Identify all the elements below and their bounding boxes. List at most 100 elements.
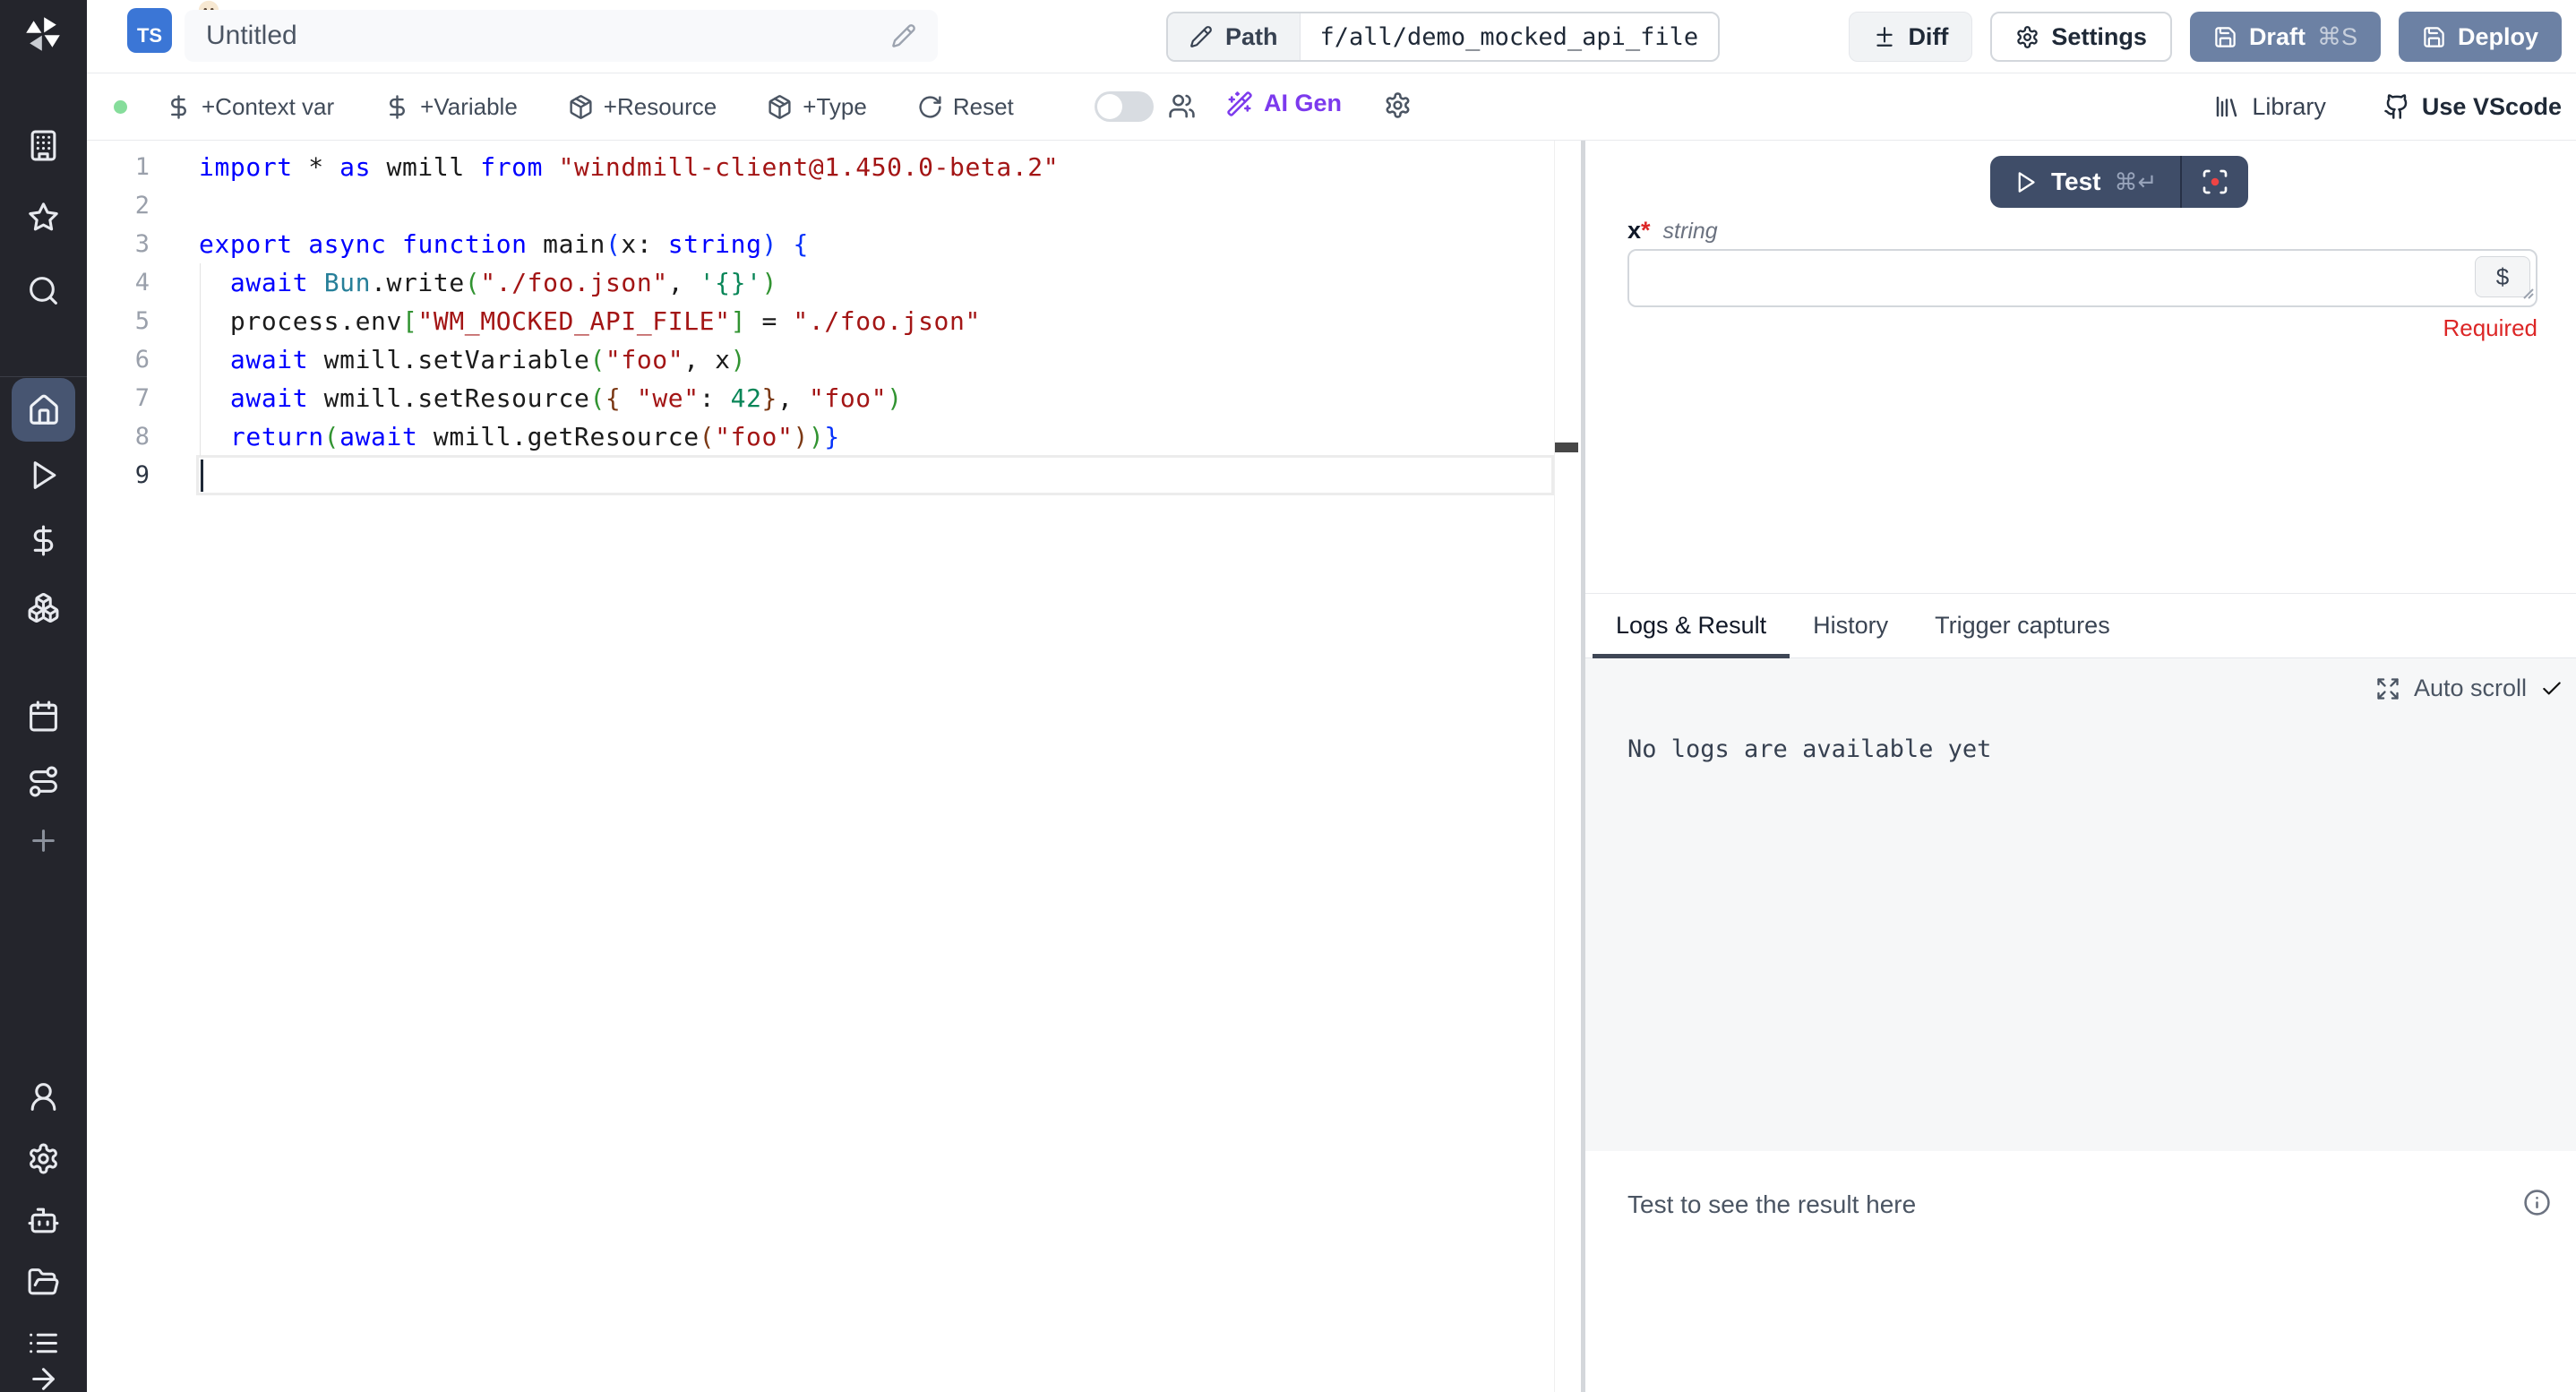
sidebar-item-plus[interactable] — [27, 824, 60, 857]
sidebar-item-arrow-right[interactable] — [27, 1362, 60, 1392]
sidebar-item-folder-open[interactable] — [27, 1266, 60, 1299]
cursor-position-marker — [1555, 443, 1578, 452]
code-line-2[interactable] — [199, 186, 1554, 225]
diff-button[interactable]: Diff — [1849, 12, 1972, 62]
toolbar-button-label: +Variable — [420, 93, 518, 121]
code-token: ( — [324, 422, 339, 451]
argument-label: x * string — [1627, 217, 1718, 245]
code-token: , — [777, 383, 809, 413]
code-token — [199, 422, 230, 451]
code-token: ) — [809, 422, 824, 451]
capture-test-button[interactable] — [2182, 156, 2248, 208]
line-number-gutter: 123456789 — [87, 148, 199, 494]
script-lang-label: TS — [137, 24, 162, 47]
code-token: "we" — [637, 383, 700, 413]
code-line-6[interactable]: await wmill.setVariable("foo", x) — [199, 340, 1554, 379]
code-line-5[interactable]: process.env["WM_MOCKED_API_FILE"] = "./f… — [199, 302, 1554, 340]
pencil-icon[interactable] — [891, 23, 916, 48]
draft-button[interactable]: Draft ⌘S — [2190, 12, 2381, 62]
code-token: } — [824, 422, 839, 451]
code-editor[interactable]: 123456789 import * as wmill from "windmi… — [87, 141, 1581, 1392]
status-dot — [114, 100, 127, 114]
code-line-3[interactable]: export async function main(x: string) { — [199, 225, 1554, 263]
sidebar-item-user[interactable] — [27, 1080, 60, 1113]
sidebar-item-boxes[interactable] — [27, 591, 60, 624]
toolbar-button-label: +Context var — [202, 93, 334, 121]
code-token: main — [528, 229, 605, 259]
script-title-field[interactable]: Untitled — [185, 10, 938, 62]
toolbar-contextvar-button[interactable]: +Context var — [166, 93, 334, 121]
result-area: Test to see the result here — [1585, 1151, 2576, 1392]
result-placeholder: Test to see the result here — [1627, 1190, 1916, 1219]
draft-shortcut: ⌘S — [2317, 23, 2357, 51]
sidebar-item-search[interactable] — [27, 274, 60, 307]
code-line-1[interactable]: import * as wmill from "windmill-client@… — [199, 148, 1554, 186]
users-icon[interactable] — [1168, 92, 1196, 120]
building-icon — [27, 129, 60, 162]
code-token — [199, 268, 230, 297]
ai-gen-label: AI Gen — [1264, 90, 1342, 117]
toolbar-resource-button[interactable]: +Resource — [568, 93, 717, 121]
diff-mode-toggle[interactable] — [1095, 91, 1154, 122]
expand-icon[interactable] — [2375, 676, 2400, 701]
sidebar-item-dollar[interactable] — [27, 524, 60, 557]
panel-tabs: Logs & ResultHistoryTrigger captures — [1585, 593, 2576, 658]
code-line-7[interactable]: await wmill.setResource({ "we": 42}, "fo… — [199, 379, 1554, 417]
sidebar-item-building[interactable] — [27, 129, 60, 162]
use-vscode-button[interactable]: Use VScode — [2383, 93, 2562, 121]
github-icon — [2383, 93, 2410, 120]
library-button[interactable]: Library — [2213, 93, 2326, 121]
resize-handle[interactable] — [2519, 284, 2535, 305]
test-button[interactable]: Test ⌘↵ — [1990, 156, 2180, 208]
sidebar-item-bot[interactable] — [27, 1204, 60, 1237]
line-number: 5 — [87, 302, 199, 340]
top-bar: TS Untitled Path f/all/demo_mocked_api_f… — [87, 0, 2576, 73]
windmill-logo[interactable] — [21, 13, 64, 56]
tab-logs-result[interactable]: Logs & Result — [1593, 594, 1790, 657]
dollar-icon — [384, 94, 410, 120]
autoscroll-label: Auto scroll — [2414, 675, 2527, 702]
test-shortcut: ⌘↵ — [2115, 168, 2158, 196]
arg-x-input[interactable]: $ — [1627, 249, 2537, 307]
toolbar-type-button[interactable]: +Type — [767, 93, 867, 121]
overview-ruler[interactable] — [1554, 141, 1581, 1392]
settings-button[interactable]: Settings — [1990, 12, 2172, 62]
code-line-8[interactable]: return(await wmill.getResource("foo"))} — [199, 417, 1554, 456]
code-token: "WM_MOCKED_API_FILE" — [417, 306, 730, 336]
toolbar-reset-button[interactable]: Reset — [917, 93, 1014, 121]
ai-gen-button[interactable]: AI Gen — [1226, 90, 1342, 117]
code-token: ) — [731, 345, 746, 374]
sidebar-divider — [0, 376, 87, 377]
left-sidebar — [0, 0, 87, 1392]
code-line-9[interactable] — [199, 456, 1554, 494]
code-token: x: — [621, 229, 667, 259]
folder-open-icon — [27, 1266, 60, 1299]
tab-trigger-captures[interactable]: Trigger captures — [1911, 594, 2134, 657]
sidebar-item-play[interactable] — [27, 459, 60, 492]
code-line-4[interactable]: await Bun.write("./foo.json", '{}') — [199, 263, 1554, 302]
toolbar-variable-button[interactable]: +Variable — [384, 93, 518, 121]
sidebar-item-route[interactable] — [27, 765, 60, 798]
windmill-logo[interactable] — [21, 13, 64, 56]
code-token: await — [230, 383, 308, 413]
deploy-button[interactable]: Deploy — [2399, 12, 2562, 62]
package-icon — [767, 94, 793, 120]
info-icon[interactable] — [2523, 1189, 2551, 1216]
path-editor[interactable]: Path f/all/demo_mocked_api_file — [1166, 12, 1720, 62]
diff-label: Diff — [1908, 23, 1948, 51]
sidebar-item-settings[interactable] — [27, 1142, 60, 1175]
code-token: "foo" — [715, 422, 793, 451]
route-icon — [27, 765, 60, 798]
check-icon[interactable] — [2540, 677, 2563, 700]
code-token: ( — [465, 268, 480, 297]
settings-icon[interactable] — [1384, 91, 1412, 119]
code-token: ( — [589, 383, 605, 413]
sidebar-item-calendar[interactable] — [27, 700, 60, 733]
wand-icon — [1226, 90, 1253, 117]
library-label: Library — [2252, 93, 2326, 121]
sidebar-item-star[interactable] — [27, 201, 60, 234]
sidebar-item-list[interactable] — [27, 1327, 60, 1360]
tab-history[interactable]: History — [1790, 594, 1911, 657]
sidebar-item-home[interactable] — [12, 378, 75, 442]
dollar-icon — [27, 524, 60, 557]
